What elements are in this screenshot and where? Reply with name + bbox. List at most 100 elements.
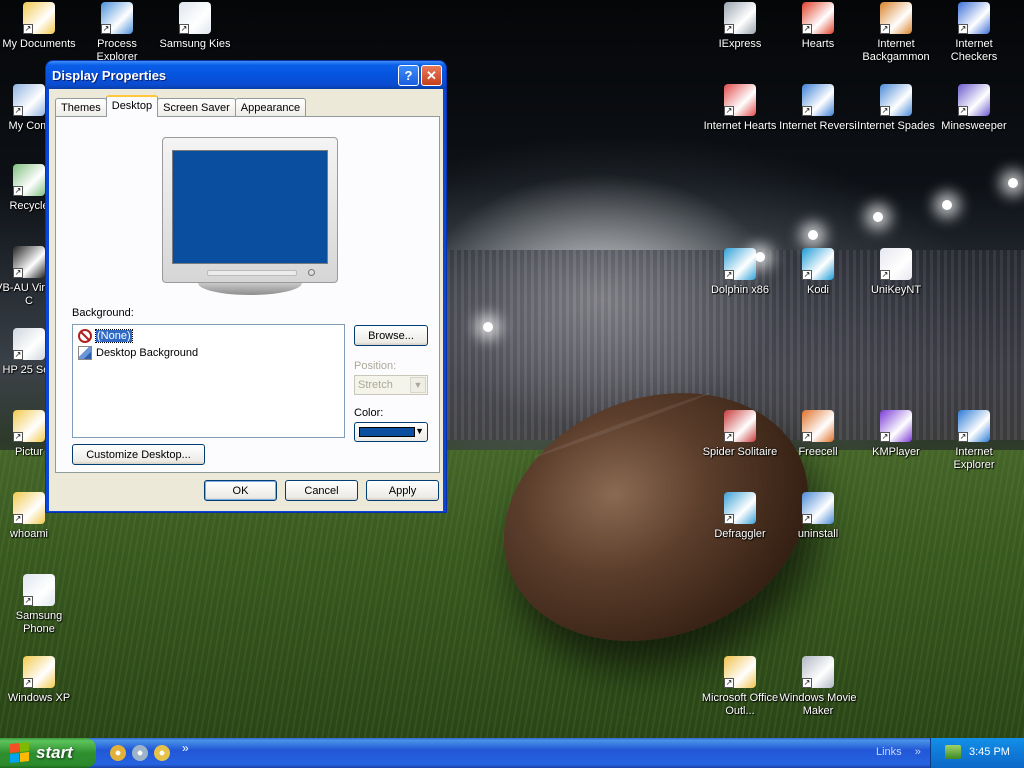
desktop-icon-left-1[interactable]: ↗ Process Explorer (78, 2, 156, 64)
shortcut-arrow-icon: ↗ (958, 24, 968, 34)
uninstall-icon: ↗ (802, 492, 834, 524)
shortcut-arrow-icon: ↗ (802, 514, 812, 524)
kodi-icon: ↗ (802, 248, 834, 280)
list-item[interactable]: (None) (75, 327, 342, 344)
desktop-icon-right-13[interactable]: ↗ KMPlayer (857, 410, 935, 459)
position-label: Position: (354, 360, 397, 372)
chrome-icon[interactable] (110, 745, 126, 761)
tab-screen-saver[interactable]: Screen Saver (157, 98, 236, 117)
position-select[interactable]: Stretch ▼ (354, 375, 428, 395)
position-value: Stretch (358, 379, 393, 391)
internet-explorer-icon: ↗ (958, 410, 990, 442)
desktop-icon-label: Kodi (806, 284, 830, 296)
shortcut-arrow-icon: ↗ (880, 24, 890, 34)
desktop-icon-left-0[interactable]: ↗ My Documents (0, 2, 78, 51)
pictures-folder-icon: ↗ (13, 410, 45, 442)
title-bar-buttons: ? ✕ (398, 64, 442, 86)
internet-checkers-icon: ↗ (958, 2, 990, 34)
internet-backgammon-icon: ↗ (880, 2, 912, 34)
desktop-icon-right-10[interactable]: ↗ UniKeyNT (857, 248, 935, 297)
stadium-light (483, 322, 493, 332)
desktop-icon-label: Minesweeper (941, 120, 1007, 132)
shortcut-arrow-icon: ↗ (880, 432, 890, 442)
color-picker-button[interactable]: ▼ (354, 422, 428, 442)
shortcut-arrow-icon: ↗ (13, 432, 23, 442)
unikey-icon: ↗ (880, 248, 912, 280)
links-chevron: » (914, 746, 921, 758)
my-computer-icon: ↗ (13, 84, 45, 116)
apply-button[interactable]: Apply (366, 480, 439, 501)
desktop-icon-right-18[interactable]: ↗ Windows Movie Maker (779, 656, 857, 718)
window-title: Display Properties (52, 67, 167, 83)
cancel-button[interactable]: Cancel (285, 480, 358, 501)
hp-printer-icon: ↗ (13, 328, 45, 360)
shortcut-arrow-icon: ↗ (724, 678, 734, 688)
minesweeper-icon: ↗ (958, 84, 990, 116)
desktop-icon-label: whoami (10, 528, 48, 540)
desktop-icon-right-4[interactable]: ↗ Internet Hearts (701, 84, 779, 133)
tray-clock[interactable]: 3:45 PM (969, 746, 1010, 758)
desktop-icon-right-15[interactable]: ↗ Defraggler (701, 492, 779, 541)
desktop-icon-right-17[interactable]: ↗ Microsoft Office Outl... (701, 656, 779, 718)
desktop-icon-right-6[interactable]: ↗ Internet Spades (857, 84, 935, 133)
shortcut-arrow-icon: ↗ (802, 432, 812, 442)
desktop-icon-label: Internet Backgammon (862, 38, 930, 63)
stadium-light (1008, 178, 1018, 188)
desktop-icon-label: Freecell (798, 446, 838, 458)
desktop-icon-right-16[interactable]: ↗ uninstall (779, 492, 857, 541)
desktop-icon-right-12[interactable]: ↗ Freecell (779, 410, 857, 459)
shortcut-arrow-icon: ↗ (802, 106, 812, 116)
desktop-background-icon (78, 345, 92, 360)
desktop-tab-panel: Background: (None) Desktop Background Bro… (55, 116, 440, 473)
customize-desktop-button[interactable]: Customize Desktop... (72, 444, 205, 465)
my-documents-icon: ↗ (23, 2, 55, 34)
list-item-label: (None) (95, 328, 133, 343)
quick-launch-chevron[interactable]: » (182, 741, 189, 755)
desktop-icon-right-5[interactable]: ↗ Internet Reversi (779, 84, 857, 133)
desktop-icon-right-9[interactable]: ↗ Kodi (779, 248, 857, 297)
desktop-icon-left-9[interactable]: ↗ Samsung Phone (0, 574, 78, 636)
monitor-preview (162, 137, 338, 297)
shortcut-arrow-icon: ↗ (13, 186, 23, 196)
title-bar[interactable]: Display Properties ? ✕ (46, 61, 446, 89)
close-button[interactable]: ✕ (421, 64, 442, 86)
desktop-icon-right-2[interactable]: ↗ Internet Backgammon (857, 2, 935, 64)
desktop-icon-right-3[interactable]: ↗ Internet Checkers (935, 2, 1013, 64)
windows-xp-folder-icon: ↗ (23, 656, 55, 688)
desktop-icon-right-11[interactable]: ↗ Spider Solitaire (701, 410, 779, 459)
desktop-icon-right-8[interactable]: ↗ Dolphin x86 (701, 248, 779, 297)
desktop-icon-right-7[interactable]: ↗ Minesweeper (935, 84, 1013, 133)
desktop-icon-right-1[interactable]: ↗ Hearts (779, 2, 857, 51)
monitor-power-led (308, 269, 315, 276)
quicklaunch-app-icon[interactable] (154, 745, 170, 761)
monitor-bezel (162, 137, 338, 283)
hearts-icon: ↗ (802, 2, 834, 34)
monitor-stand (198, 283, 302, 295)
desktop-icon-left-2[interactable]: ↗ Samsung Kies (156, 2, 234, 51)
desktop-icon-label: Internet Reversi (779, 120, 857, 132)
ok-button[interactable]: OK (204, 480, 277, 501)
desktop-icon-right-14[interactable]: ↗ Internet Explorer (935, 410, 1013, 472)
tab-appearance[interactable]: Appearance (234, 98, 307, 117)
tray-app-icon[interactable] (945, 745, 961, 759)
help-button[interactable]: ? (398, 64, 419, 86)
browse-button[interactable]: Browse... (354, 325, 428, 346)
background-listbox[interactable]: (None) Desktop Background (72, 324, 345, 438)
quicklaunch-tool-icon[interactable] (132, 745, 148, 761)
links-toolbar[interactable]: Links » (876, 746, 921, 758)
desktop-icon-right-0[interactable]: ↗ IExpress (701, 2, 779, 51)
shortcut-arrow-icon: ↗ (724, 514, 734, 524)
chevron-down-icon: ▼ (415, 426, 424, 436)
desktop-icon-left-10[interactable]: ↗ Windows XP (0, 656, 78, 705)
color-swatch (359, 427, 415, 437)
spider-solitaire-icon: ↗ (724, 410, 756, 442)
shortcut-arrow-icon: ↗ (958, 106, 968, 116)
list-item[interactable]: Desktop Background (75, 344, 342, 361)
shortcut-arrow-icon: ↗ (179, 24, 189, 34)
desktop-icon-label: Internet Spades (857, 120, 935, 132)
tab-themes[interactable]: Themes (55, 98, 107, 117)
start-button[interactable]: start (0, 738, 96, 768)
internet-reversi-icon: ↗ (802, 84, 834, 116)
desktop-icon-label: Windows XP (7, 692, 71, 704)
tab-desktop[interactable]: Desktop (105, 95, 159, 117)
